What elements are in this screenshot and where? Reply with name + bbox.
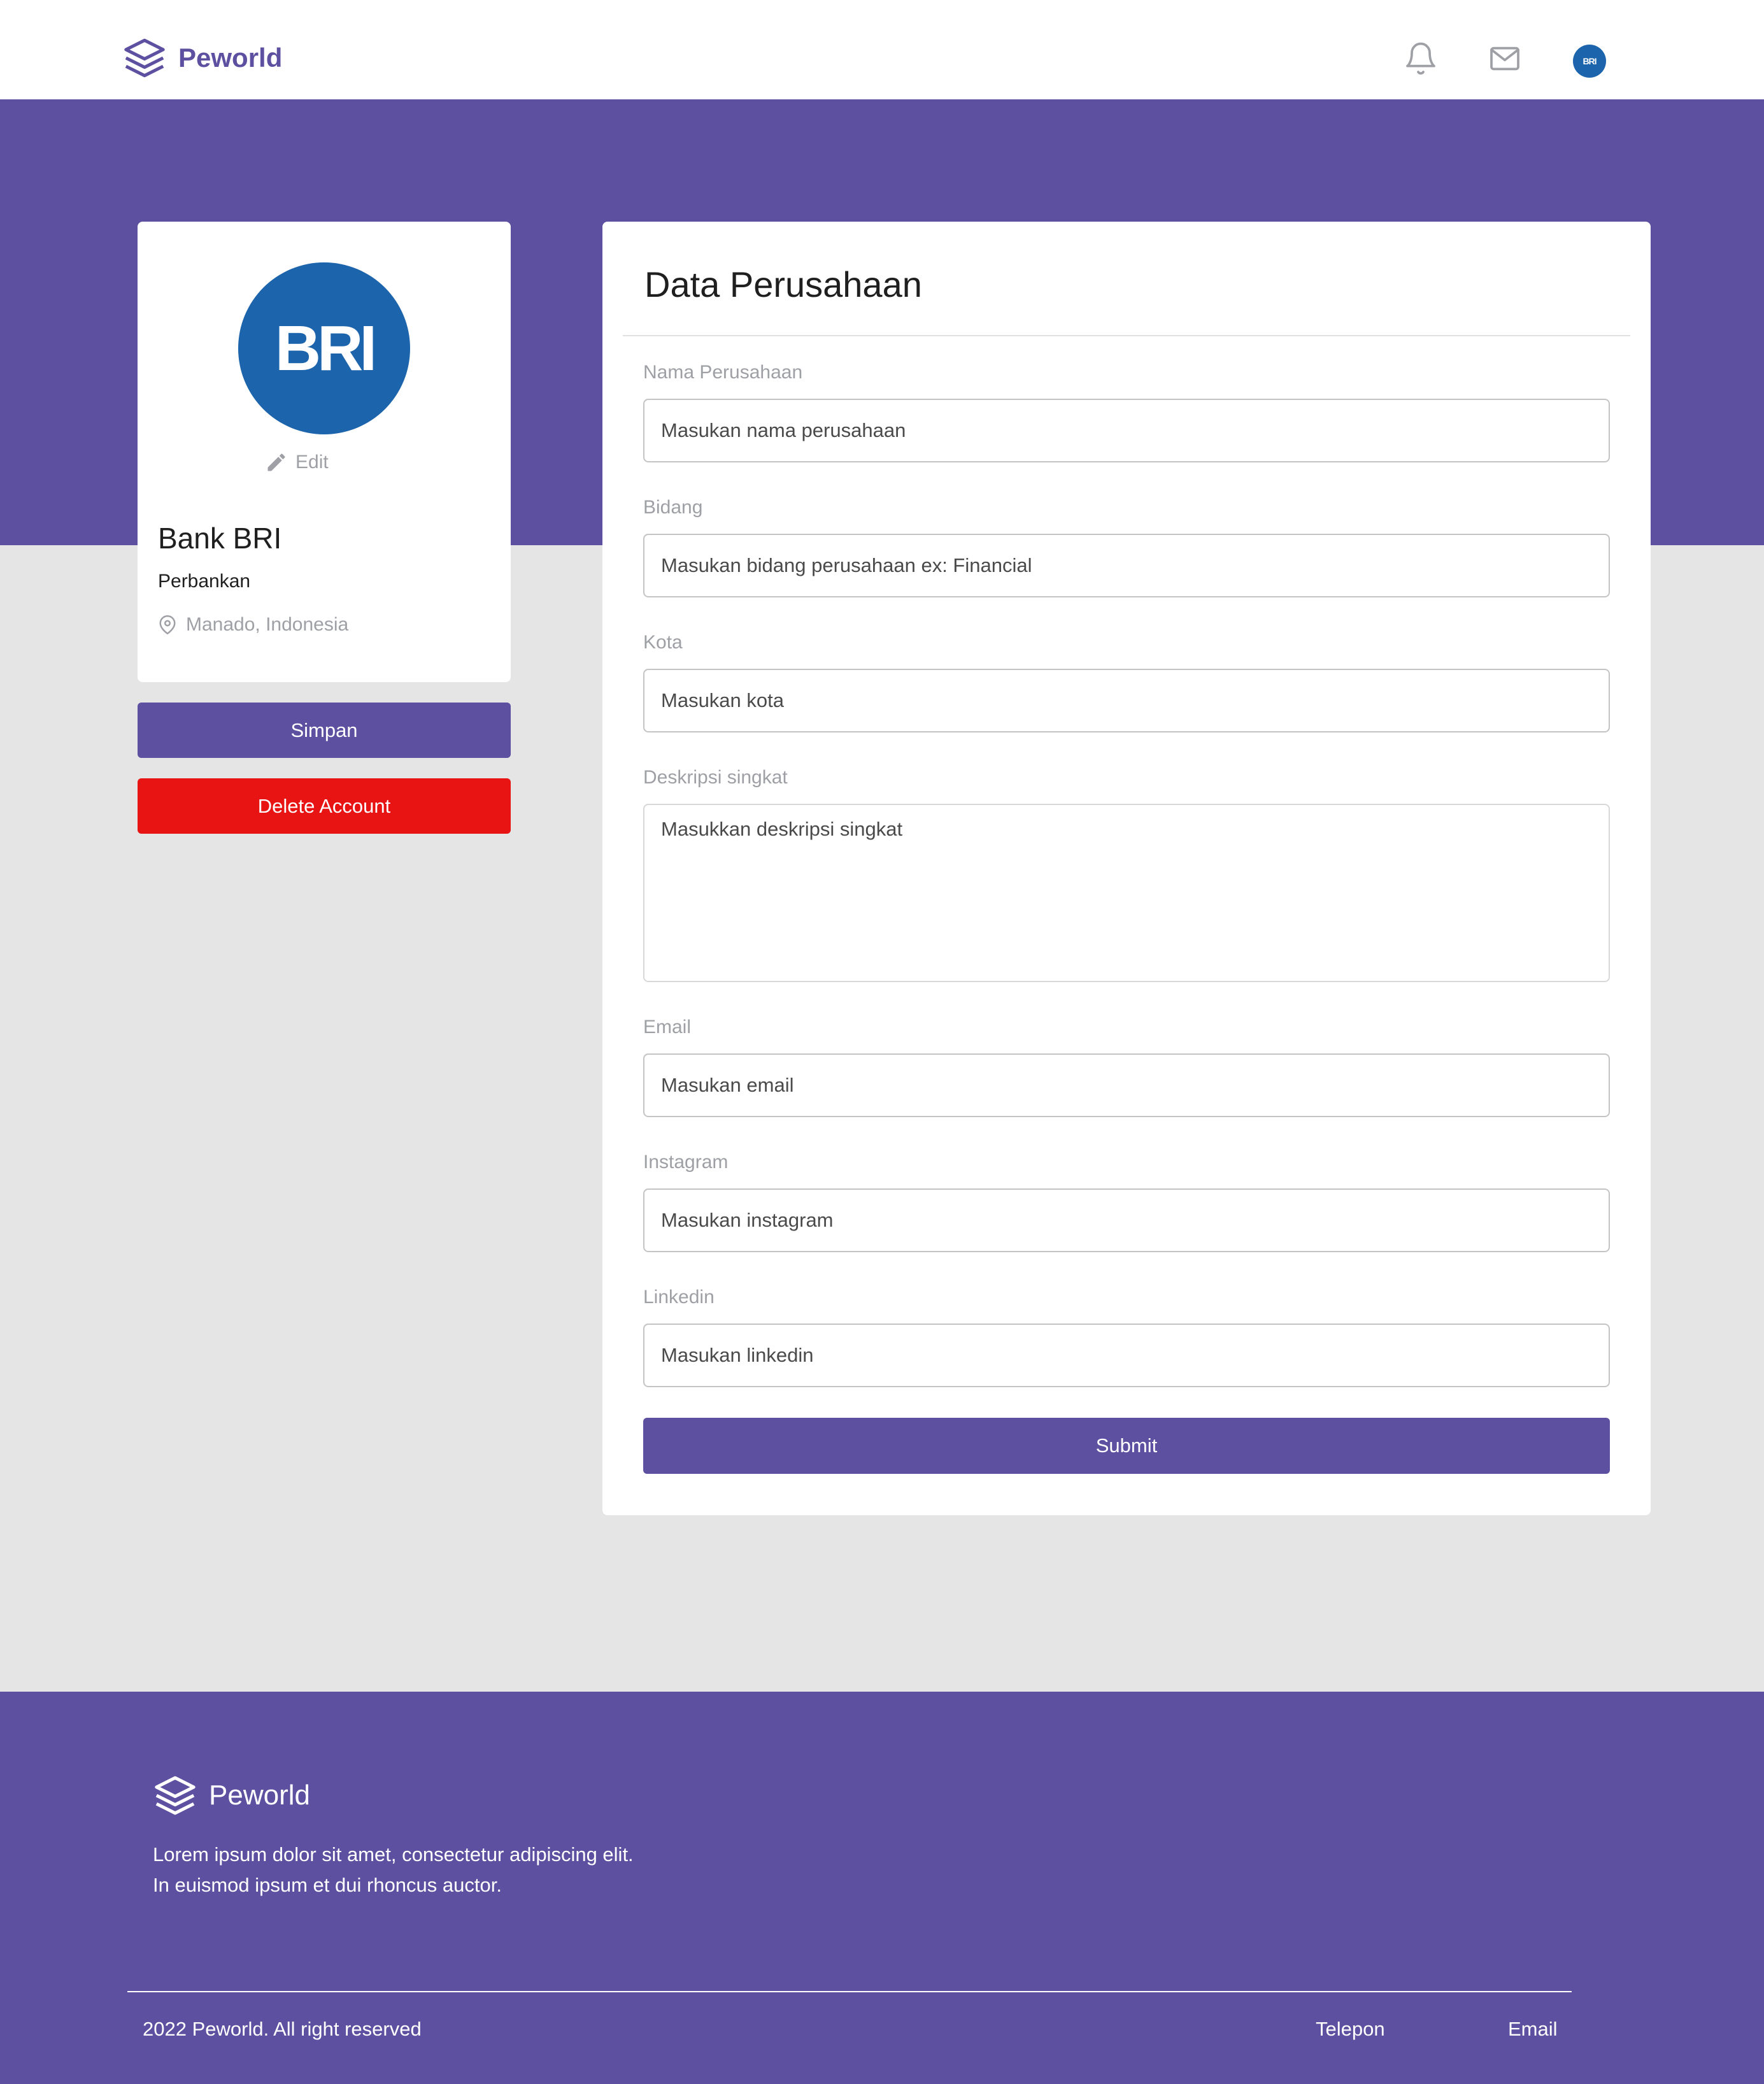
- navbar: Peworld BRI: [0, 0, 1764, 99]
- footer: Peworld Lorem ipsum dolor sit amet, cons…: [0, 1692, 1764, 2084]
- location-text: Manado, Indonesia: [186, 614, 349, 635]
- submit-button[interactable]: Submit: [643, 1418, 1610, 1474]
- layers-logo-icon: [122, 36, 167, 80]
- linkedin-label: Linkedin: [643, 1287, 715, 1308]
- footer-link-email[interactable]: Email: [1508, 2018, 1558, 2041]
- footer-copyright: 2022 Peworld. All right reserved: [143, 2018, 422, 2040]
- bell-icon[interactable]: [1403, 41, 1439, 76]
- footer-divider: [127, 1991, 1572, 1992]
- industry-label: Bidang: [643, 497, 703, 518]
- city-label: Kota: [643, 632, 683, 653]
- form-title: Data Perusahaan: [644, 264, 922, 304]
- city-input[interactable]: [643, 669, 1610, 732]
- map-pin-icon: [158, 615, 177, 634]
- instagram-label: Instagram: [643, 1152, 729, 1173]
- profile-card: BRI Edit Bank BRI Perbankan Manado, Indo…: [138, 222, 511, 682]
- description-textarea[interactable]: [643, 804, 1610, 982]
- footer-description: Lorem ipsum dolor sit amet, consectetur …: [153, 1843, 634, 1896]
- brand[interactable]: Peworld: [122, 36, 282, 80]
- footer-layers-logo-icon: [153, 1773, 197, 1818]
- avatar[interactable]: BRI: [1573, 45, 1606, 78]
- company-field: Perbankan: [158, 571, 251, 592]
- form-divider: [623, 335, 1630, 336]
- linkedin-input[interactable]: [643, 1324, 1610, 1387]
- edit-label: Edit: [295, 452, 329, 473]
- company-form-card: Data Perusahaan Nama Perusahaan Bidang K…: [602, 222, 1651, 1515]
- email-label: Email: [643, 1017, 692, 1038]
- footer-brand: Peworld: [153, 1773, 310, 1818]
- save-button[interactable]: Simpan: [138, 703, 511, 758]
- footer-link-telepon[interactable]: Telepon: [1316, 2018, 1385, 2041]
- company-name-input[interactable]: [643, 399, 1610, 462]
- delete-account-button[interactable]: Delete Account: [138, 778, 511, 834]
- company-logo: BRI: [238, 262, 410, 434]
- description-label: Deskripsi singkat: [643, 767, 788, 788]
- company-name-label: Nama Perusahaan: [643, 362, 803, 383]
- instagram-input[interactable]: [643, 1188, 1610, 1252]
- company-location: Manado, Indonesia: [158, 614, 348, 636]
- mail-icon[interactable]: [1487, 41, 1523, 76]
- brand-name: Peworld: [178, 43, 283, 73]
- company-name: Bank BRI: [158, 522, 282, 555]
- company-logo-text: BRI: [274, 312, 377, 384]
- pencil-icon: [265, 451, 288, 474]
- email-input[interactable]: [643, 1053, 1610, 1117]
- industry-input[interactable]: [643, 534, 1610, 597]
- footer-brand-name: Peworld: [209, 1780, 310, 1811]
- edit-photo-button[interactable]: Edit: [265, 451, 329, 474]
